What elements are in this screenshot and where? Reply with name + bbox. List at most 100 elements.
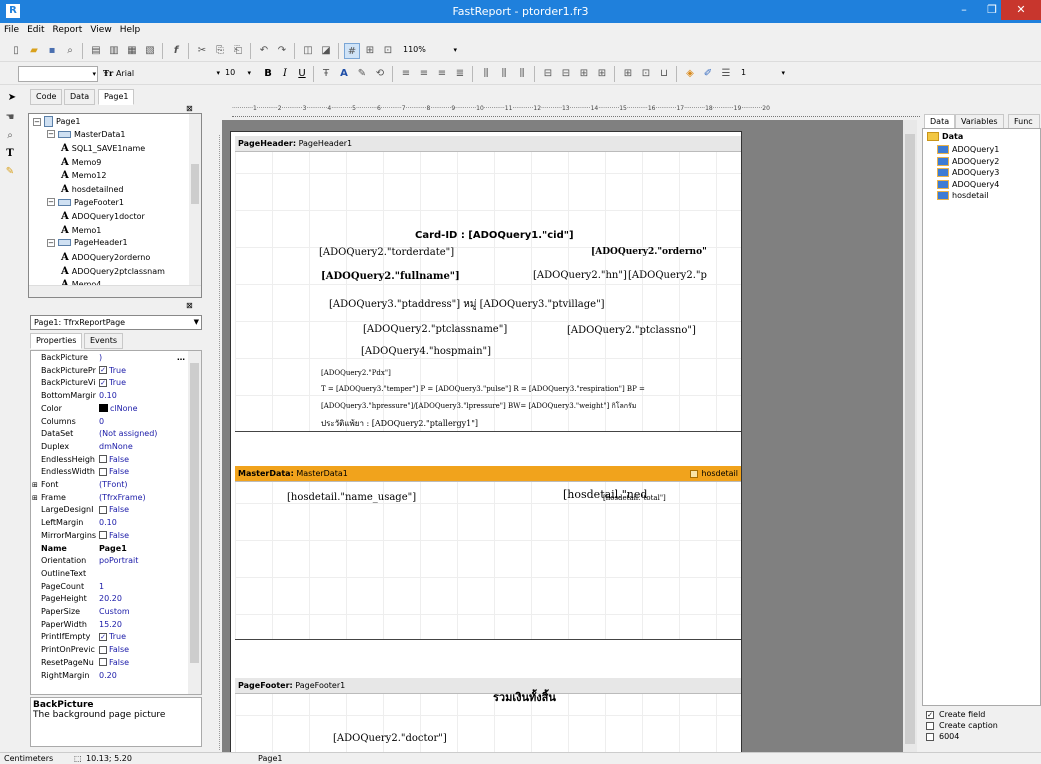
bold-button[interactable]: B: [260, 66, 276, 82]
zoom-icon[interactable]: ⌕: [2, 128, 18, 144]
tree-scrollbar[interactable]: [189, 114, 201, 285]
ellipsis-button[interactable]: …: [177, 353, 185, 363]
ungroup-icon[interactable]: ◪: [318, 43, 334, 59]
property-value[interactable]: 15.20: [99, 620, 122, 630]
property-value[interactable]: ✓ True: [99, 366, 126, 376]
report-page[interactable]: PageHeader: PageHeader1 Card-ID : [ADOQu…: [230, 131, 742, 753]
tree-item[interactable]: A Memo9: [61, 157, 101, 168]
tree-item[interactable]: − PageFooter1: [47, 198, 124, 207]
property-value[interactable]: False: [99, 531, 129, 541]
property-row[interactable]: LargeDesignI False: [31, 505, 191, 515]
checkbox[interactable]: [926, 721, 934, 730]
font-color-icon[interactable]: A: [336, 66, 352, 82]
copy-icon[interactable]: ⎘: [212, 43, 228, 59]
property-row[interactable]: MirrorMargins False: [31, 531, 191, 541]
valign-top-icon[interactable]: ⫼: [478, 66, 494, 82]
props-close-icon[interactable]: ⊠: [186, 301, 193, 310]
checkbox[interactable]: ✓: [926, 710, 934, 719]
menu-file[interactable]: File: [0, 23, 23, 37]
checkbox[interactable]: ✓: [99, 632, 107, 641]
property-row[interactable]: BackPictureVi ✓ True: [31, 378, 191, 388]
select-tool-icon[interactable]: ➤: [4, 90, 20, 106]
expand-icon[interactable]: ⊞: [32, 493, 38, 503]
checkbox[interactable]: [99, 658, 107, 667]
tree-item[interactable]: − PageHeader1: [47, 238, 128, 247]
property-row[interactable]: Columns 0: [31, 417, 191, 427]
memo-orderdate[interactable]: [ADOQuery2."torderdate"]: [319, 247, 454, 258]
menu-view[interactable]: View: [86, 23, 115, 37]
property-row[interactable]: Orientation poPortrait: [31, 556, 191, 566]
page-header-band[interactable]: PageHeader: PageHeader1 Card-ID : [ADOQu…: [235, 136, 741, 432]
tree-item[interactable]: Ahosdetailned: [61, 184, 123, 195]
frame-color-icon[interactable]: ✐: [700, 66, 716, 82]
checkbox[interactable]: [926, 732, 934, 741]
collapse-icon[interactable]: −: [47, 198, 55, 207]
checkbox[interactable]: [99, 531, 107, 540]
property-row[interactable]: OutlineText: [31, 569, 191, 579]
align-justify-icon[interactable]: ≣: [452, 66, 468, 82]
data-root[interactable]: Data: [927, 132, 963, 141]
align-left-icon[interactable]: ≡: [398, 66, 414, 82]
property-value[interactable]: Page1: [99, 544, 127, 554]
checkbox[interactable]: [99, 455, 107, 464]
tab-code[interactable]: Code: [30, 89, 63, 105]
property-row[interactable]: PageHeight 20.20: [31, 594, 191, 604]
checkbox[interactable]: [99, 505, 107, 514]
open-icon[interactable]: ▰: [26, 43, 42, 59]
shadow-icon[interactable]: ⊔: [656, 66, 672, 82]
frame-width-combo[interactable]: 1 ▾: [738, 66, 786, 82]
tree-item[interactable]: A Memo1: [61, 225, 101, 236]
property-row[interactable]: LeftMargin 0.10: [31, 518, 191, 528]
tree-item[interactable]: A ADOQuery2ptclassnam: [61, 266, 165, 277]
memo-total-label[interactable]: รวมเงินทั้งสิ้น: [493, 688, 556, 706]
tree-item[interactable]: A SQL1_SAVE1name: [61, 143, 145, 154]
memo-hospmain[interactable]: [ADOQuery4."hospmain"]: [361, 346, 491, 357]
property-row[interactable]: Name Page1: [31, 544, 191, 554]
new-dialog-icon[interactable]: ▥: [106, 43, 122, 59]
frame-none-icon[interactable]: ⊡: [638, 66, 654, 82]
property-row[interactable]: EndlessWidth False: [31, 467, 191, 477]
report-tree[interactable]: − Page1− MasterData1 A SQL1_SAVE1name A Memo9 A…: [28, 113, 202, 298]
property-value[interactable]: (Not assigned): [99, 429, 157, 439]
format-painter-icon[interactable]: ✎: [2, 164, 18, 180]
property-row[interactable]: PrintIfEmpty ✓ True: [31, 632, 191, 642]
property-value[interactable]: ): [99, 353, 102, 363]
frame-left-icon[interactable]: ⊞: [576, 66, 592, 82]
dataset-item[interactable]: ADOQuery3: [937, 168, 999, 178]
property-value[interactable]: ✓ True: [99, 378, 126, 388]
property-row[interactable]: ⊞ Font (TFont): [31, 480, 191, 490]
memo-p[interactable]: [ADOQuery2."p: [628, 270, 707, 281]
text-tool-icon[interactable]: T: [2, 146, 18, 162]
save-icon[interactable]: ▪: [44, 43, 60, 59]
property-value[interactable]: 1: [99, 582, 104, 592]
dataset-item[interactable]: ADOQuery2: [937, 156, 999, 166]
property-value[interactable]: 0.10: [99, 518, 117, 528]
style-combo[interactable]: ▾: [18, 66, 98, 82]
property-value[interactable]: dmNone: [99, 442, 133, 452]
workspace-scrollbar[interactable]: [903, 120, 917, 753]
property-row[interactable]: BackPicture)…: [31, 353, 191, 363]
frame-style-icon[interactable]: ☰: [718, 66, 734, 82]
memo-ptclassname[interactable]: [ADOQuery2."ptclassname"]: [363, 324, 507, 335]
property-row[interactable]: PrintOnPrevic False: [31, 645, 191, 655]
align-grid-icon[interactable]: ⊞: [362, 43, 378, 59]
minimize-button[interactable]: –: [950, 0, 978, 20]
tab-page1[interactable]: Page1: [98, 89, 135, 105]
collapse-icon[interactable]: −: [47, 130, 55, 139]
memo-allergy[interactable]: ประวัติแพ้ยา : [ADOQuery2."ptallergy1"]: [321, 417, 478, 430]
memo-vitals[interactable]: T = [ADOQuery3."temper"] P = [ADOQuery3.…: [321, 385, 645, 393]
highlight-icon[interactable]: ✎: [354, 66, 370, 82]
dataset-item[interactable]: hosdetail: [937, 191, 989, 201]
tab-events[interactable]: Events: [84, 333, 124, 349]
property-value[interactable]: False: [99, 455, 129, 465]
memo-hn[interactable]: [ADOQuery2."hn"]: [533, 270, 627, 281]
preview-icon[interactable]: ⌕: [62, 43, 78, 59]
property-row[interactable]: ⊞ Frame (TfrxFrame): [31, 493, 191, 503]
align-center-icon[interactable]: ≡: [416, 66, 432, 82]
valign-bottom-icon[interactable]: ⫼: [514, 66, 530, 82]
new-page-icon[interactable]: ▤: [88, 43, 104, 59]
fill-color-icon[interactable]: ◈: [682, 66, 698, 82]
property-value[interactable]: (TFont): [99, 480, 128, 490]
page-footer-band[interactable]: PageFooter: PageFooter1 รวมเงินทั้งสิ้น …: [235, 678, 741, 752]
property-row[interactable]: DataSet (Not assigned): [31, 429, 191, 439]
